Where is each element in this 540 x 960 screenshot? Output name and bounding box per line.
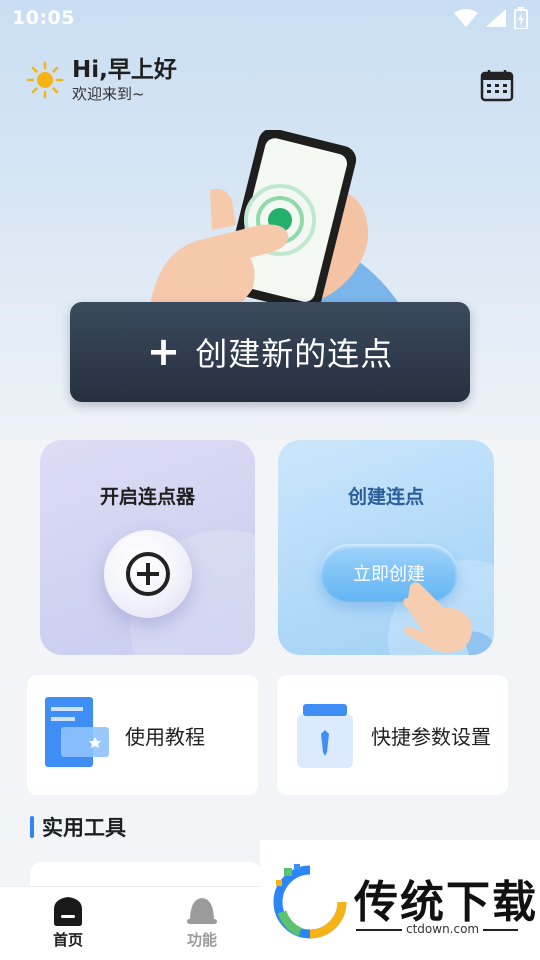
nav-functions-label: 功能 xyxy=(186,931,217,949)
create-new-click-label: 创建新的连点 xyxy=(195,335,394,373)
watermark-url: ctdown.com xyxy=(402,922,484,936)
watermark-line-left xyxy=(356,929,404,931)
watermark: 传统下载 ctdown.com xyxy=(260,840,540,960)
nav-functions[interactable]: 功能 xyxy=(162,895,242,950)
home-icon xyxy=(54,897,82,926)
open-clicker-title: 开启连点器 xyxy=(99,486,195,508)
nav-home[interactable]: 首页 xyxy=(28,895,108,950)
status-time: 10:05 xyxy=(12,7,75,29)
tutorial-card[interactable]: 使用教程 xyxy=(27,675,258,795)
status-bar: 10:05 xyxy=(0,0,540,36)
watermark-brand: 传统下载 xyxy=(354,877,538,928)
plus-icon: + xyxy=(146,329,182,375)
section-accent-bar xyxy=(30,816,34,838)
tools-section-label: 实用工具 xyxy=(42,816,126,840)
wifi-icon xyxy=(454,9,478,27)
tutorial-document-icon xyxy=(45,697,109,767)
bell-icon xyxy=(187,898,217,924)
nav-home-label: 首页 xyxy=(52,931,83,949)
pointing-hand-icon xyxy=(403,582,492,655)
create-click-card[interactable]: 创建连点 立即创建 xyxy=(278,440,494,655)
battery-icon xyxy=(514,7,528,29)
plus-circle-icon xyxy=(126,552,170,596)
status-icons xyxy=(454,7,528,29)
open-clicker-plus-button[interactable] xyxy=(104,530,192,618)
greeting-title: Hi,早上好 xyxy=(72,57,177,83)
shortcut-settings-label: 快捷参数设置 xyxy=(371,724,491,749)
greeting-subtitle: 欢迎来到~ xyxy=(72,85,145,103)
shortcut-settings-card[interactable]: 快捷参数设置 xyxy=(277,675,508,795)
create-new-click-button[interactable]: + 创建新的连点 xyxy=(70,302,470,402)
calendar-icon[interactable] xyxy=(480,68,514,102)
tools-section-title: 实用工具 xyxy=(30,812,126,842)
open-clicker-card[interactable]: 开启连点器 xyxy=(40,440,255,655)
signal-icon xyxy=(486,9,506,27)
sun-icon xyxy=(26,61,64,99)
watermark-logo xyxy=(273,864,347,939)
create-click-title: 创建连点 xyxy=(347,486,424,508)
phone-hand-illustration xyxy=(150,130,400,312)
greeting: Hi,早上好 欢迎来到~ xyxy=(26,56,177,104)
tutorial-label: 使用教程 xyxy=(125,724,205,749)
settings-badge-icon xyxy=(297,704,353,768)
